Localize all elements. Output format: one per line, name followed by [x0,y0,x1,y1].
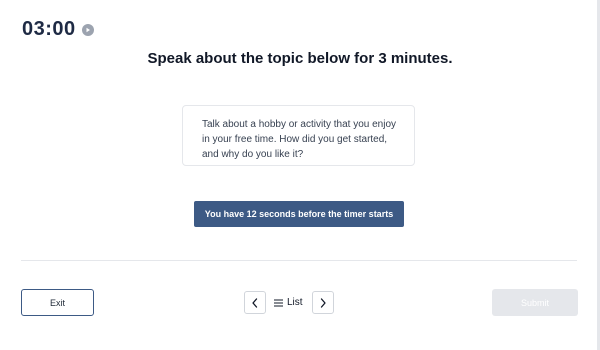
topic-prompt-card: Talk about a hobby or activity that you … [182,105,415,166]
prompt-line: and why do you like it? [202,149,304,160]
timer-row: 03:00 [22,18,94,41]
exit-label: Exit [49,297,65,308]
countdown-banner: You have 12 seconds before the timer sta… [194,201,404,227]
timer-display: 03:00 [22,18,76,40]
question-navigation: List [244,291,334,314]
footer-divider [21,260,577,261]
submit-button[interactable]: Submit [492,289,578,316]
list-icon [274,299,283,306]
chevron-left-icon [252,297,258,308]
next-button[interactable] [311,291,334,314]
prompt-line: in your free time. How did you get start… [202,134,388,145]
play-icon[interactable] [81,24,94,36]
page-heading: Speak about the topic below for 3 minute… [147,50,453,67]
list-button[interactable]: List [274,297,303,308]
previous-button[interactable] [244,291,266,314]
exit-button[interactable]: Exit [21,289,94,316]
prompt-line: Talk about a hobby or activity that you … [202,119,397,130]
countdown-label: You have 12 seconds before the timer sta… [204,209,394,219]
submit-label: Submit [520,297,549,308]
list-label: List [287,297,303,308]
chevron-right-icon [320,297,326,308]
